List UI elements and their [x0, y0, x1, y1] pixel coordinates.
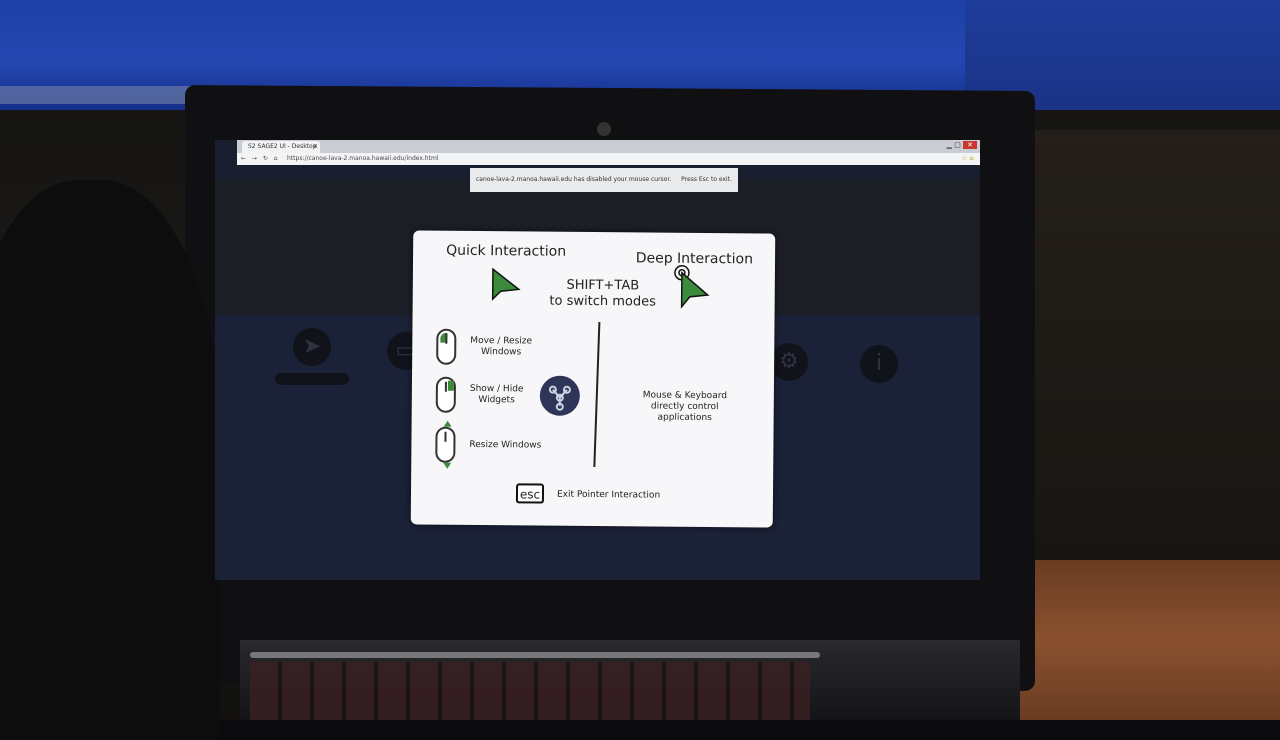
person-silhouette: [0, 180, 220, 740]
url-field[interactable]: https://canoe-lava-2.manoa.hawaii.edu/in…: [287, 153, 438, 165]
move-resize-label: Move / Resize Windows: [470, 336, 532, 359]
quick-cursor-icon: [491, 267, 521, 303]
quick-interaction-title: Quick Interaction: [446, 243, 566, 260]
room-panel: [1030, 130, 1280, 570]
pointer-icon[interactable]: ➤: [293, 328, 331, 366]
show-hide-label: Show / Hide Widgets: [470, 384, 524, 406]
laptop-hinge: [250, 652, 820, 658]
pointer-label: [275, 373, 349, 385]
resize-windows-label: Resize Windows: [469, 439, 541, 451]
nav-icons[interactable]: ← → ↻ ⌂: [241, 153, 280, 165]
esc-key-icon: esc: [516, 483, 544, 503]
switch-modes-hint: SHIFT+TAB to switch modes: [543, 278, 663, 311]
mouse-scroll-icon: [435, 427, 455, 463]
maximize-icon[interactable]: □: [954, 141, 961, 149]
info-icon[interactable]: i: [860, 345, 898, 383]
tab-close-icon[interactable]: ✕: [313, 141, 318, 153]
resize-windows-row: Resize Windows: [435, 427, 541, 464]
shift-tab-text: SHIFT+TAB: [543, 278, 663, 295]
bookmark-star-icon[interactable]: ☆ ≡: [962, 153, 974, 165]
move-resize-row: Move / Resize Windows: [436, 329, 532, 366]
notification-hint: Press Esc to exit.: [681, 168, 732, 192]
pointer-lock-notification: canoe-lava-2.manoa.hawaii.edu has disabl…: [470, 168, 738, 192]
keyboard: [250, 662, 810, 720]
settings-icon[interactable]: ⚙: [770, 343, 808, 381]
deep-cursor-icon: [674, 265, 710, 309]
wall-frame: [0, 86, 200, 104]
minimize-icon[interactable]: ▁: [947, 141, 952, 149]
deep-interaction-description: Mouse & Keyboard directly control applic…: [630, 390, 740, 424]
close-icon[interactable]: ✕: [963, 141, 977, 149]
notification-message: canoe-lava-2.manoa.hawaii.edu has disabl…: [476, 168, 671, 192]
mouse-right-click-icon: [436, 377, 456, 413]
webcam: [597, 122, 611, 136]
switch-modes-text: to switch modes: [543, 294, 663, 311]
interaction-help-dialog: Quick Interaction Deep Interaction SHIFT…: [411, 230, 776, 527]
browser-addressbar: ← → ↻ ⌂ https://canoe-lava-2.manoa.hawai…: [237, 153, 980, 165]
window-controls: ▁ □ ✕: [947, 141, 977, 149]
browser-tabbar: S2 SAGE2 UI - Desktop ✕ ▁ □ ✕: [237, 140, 980, 153]
mouse-left-click-icon: [436, 329, 456, 365]
widget-menu-icon: [540, 376, 580, 416]
mode-divider: [593, 322, 600, 467]
tab-title: S2 SAGE2 UI - Desktop: [248, 143, 317, 150]
show-hide-row: Show / Hide Widgets: [436, 377, 524, 414]
browser-tab[interactable]: S2 SAGE2 UI - Desktop ✕: [242, 141, 320, 153]
exit-pointer-label: Exit Pointer Interaction: [557, 490, 660, 501]
